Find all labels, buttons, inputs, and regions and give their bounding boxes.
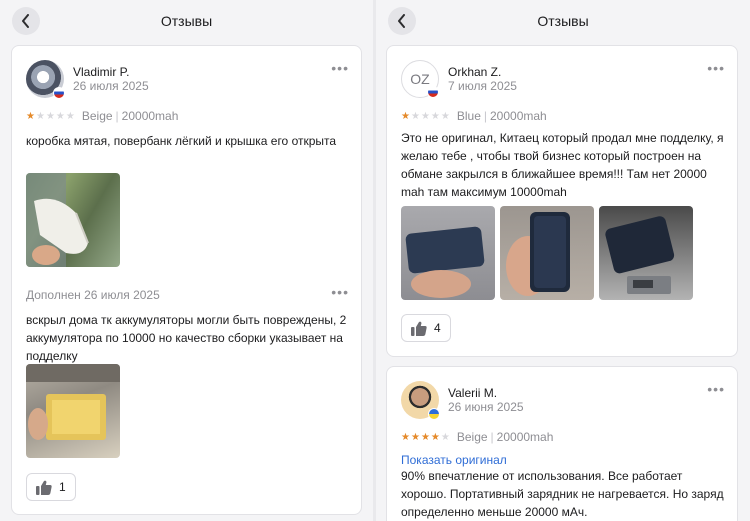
star-icon: ★ — [420, 110, 430, 122]
variant-capacity: 20000mah — [121, 109, 179, 123]
page-title: Отзывы — [537, 13, 589, 29]
review-card: Valerii M. 26 июня 2025 ••• ★ ★ ★ ★ ★ Be… — [386, 366, 738, 521]
review-date: 7 июля 2025 — [448, 78, 517, 93]
avatar-initials: OZ — [410, 71, 430, 87]
star-rating: ★ ★ ★ ★ ★ — [401, 111, 451, 122]
review-photo[interactable] — [500, 206, 594, 300]
star-rating: ★ ★ ★ ★ ★ — [401, 432, 451, 443]
review-card: OZ Orkhan Z. 7 июля 2025 ••• ★ ★ ★ ★ ★ B… — [386, 45, 738, 357]
star-icon: ★ — [440, 431, 450, 443]
star-icon: ★ — [440, 110, 450, 122]
avatar — [26, 60, 65, 99]
header: Отзывы — [376, 0, 750, 42]
reviewer-name: Orkhan Z. — [448, 64, 502, 79]
thumbs-up-icon — [411, 321, 427, 336]
rating-row: ★ ★ ★ ★ ★ Beige | 20000mah — [401, 430, 554, 444]
review-text: Это не оригинал, Китаец который продал м… — [401, 131, 724, 199]
star-icon: ★ — [55, 110, 65, 122]
reviewer-name: Vladimir P. — [73, 64, 130, 79]
reviews-screen-left: Отзывы Vladimir P. 26 июля 2025 ••• ★ ★ … — [0, 0, 373, 521]
addon-label: Дополнен 26 июля 2025 — [26, 288, 160, 302]
star-icon: ★ — [45, 110, 55, 122]
star-icon: ★ — [401, 431, 410, 443]
review-date: 26 июля 2025 — [73, 78, 149, 93]
reviewer-name: Valerii M. — [448, 385, 498, 400]
star-icon: ★ — [430, 110, 440, 122]
review-photo[interactable] — [599, 206, 693, 300]
chevron-left-icon — [398, 14, 405, 28]
review-text: 90% впечатление от использования. Все ра… — [401, 469, 724, 519]
flag-ru-icon — [53, 87, 65, 99]
star-icon: ★ — [410, 431, 420, 443]
show-original-link[interactable]: Показать оригинал — [401, 453, 507, 467]
star-icon: ★ — [401, 110, 410, 122]
page-title: Отзывы — [160, 13, 213, 29]
review-photo[interactable] — [401, 206, 495, 300]
rating-row: ★ ★ ★ ★ ★ Beige | 20000mah — [26, 109, 179, 123]
avatar: OZ — [401, 60, 439, 98]
rating-row: ★ ★ ★ ★ ★ Blue | 20000mah — [401, 109, 547, 123]
back-button[interactable] — [12, 7, 40, 35]
variant-color: Blue — [456, 109, 481, 123]
header: Отзывы — [0, 0, 373, 42]
back-button[interactable] — [388, 7, 416, 35]
variant-color: Beige — [456, 430, 488, 444]
more-options-button[interactable]: ••• — [707, 61, 725, 75]
reviews-screen-right: Отзывы OZ Orkhan Z. 7 июля 2025 ••• ★ ★ … — [376, 0, 750, 521]
flag-ru-icon — [427, 86, 439, 98]
chevron-left-icon — [22, 14, 29, 28]
star-icon: ★ — [420, 431, 430, 443]
star-icon: ★ — [410, 110, 420, 122]
more-options-button[interactable]: ••• — [331, 61, 349, 75]
flag-ua-icon — [428, 408, 440, 420]
addon-text: вскрыл дома тк аккумуляторы могли быть п… — [26, 313, 347, 363]
star-rating: ★ ★ ★ ★ ★ — [26, 111, 76, 122]
like-count: 1 — [59, 480, 66, 494]
more-options-button[interactable]: ••• — [331, 285, 349, 299]
like-button[interactable]: 4 — [401, 314, 451, 342]
star-icon: ★ — [65, 110, 75, 122]
review-text: коробка мятая, повербанк лёгкий и крышка… — [26, 134, 337, 148]
more-options-button[interactable]: ••• — [707, 382, 725, 396]
review-photo[interactable] — [26, 364, 120, 458]
review-date: 26 июня 2025 — [448, 399, 524, 414]
review-card: Vladimir P. 26 июля 2025 ••• ★ ★ ★ ★ ★ B… — [11, 45, 362, 515]
variant-color: Beige — [81, 109, 113, 123]
star-icon: ★ — [430, 431, 440, 443]
like-count: 4 — [434, 321, 441, 335]
variant-capacity: 20000mah — [496, 430, 554, 444]
avatar — [401, 381, 440, 420]
like-button[interactable]: 1 — [26, 473, 76, 501]
thumbs-up-icon — [36, 480, 52, 495]
star-icon: ★ — [26, 110, 35, 122]
star-icon: ★ — [35, 110, 45, 122]
variant-capacity: 20000mah — [490, 109, 547, 123]
review-photo[interactable] — [26, 173, 120, 267]
